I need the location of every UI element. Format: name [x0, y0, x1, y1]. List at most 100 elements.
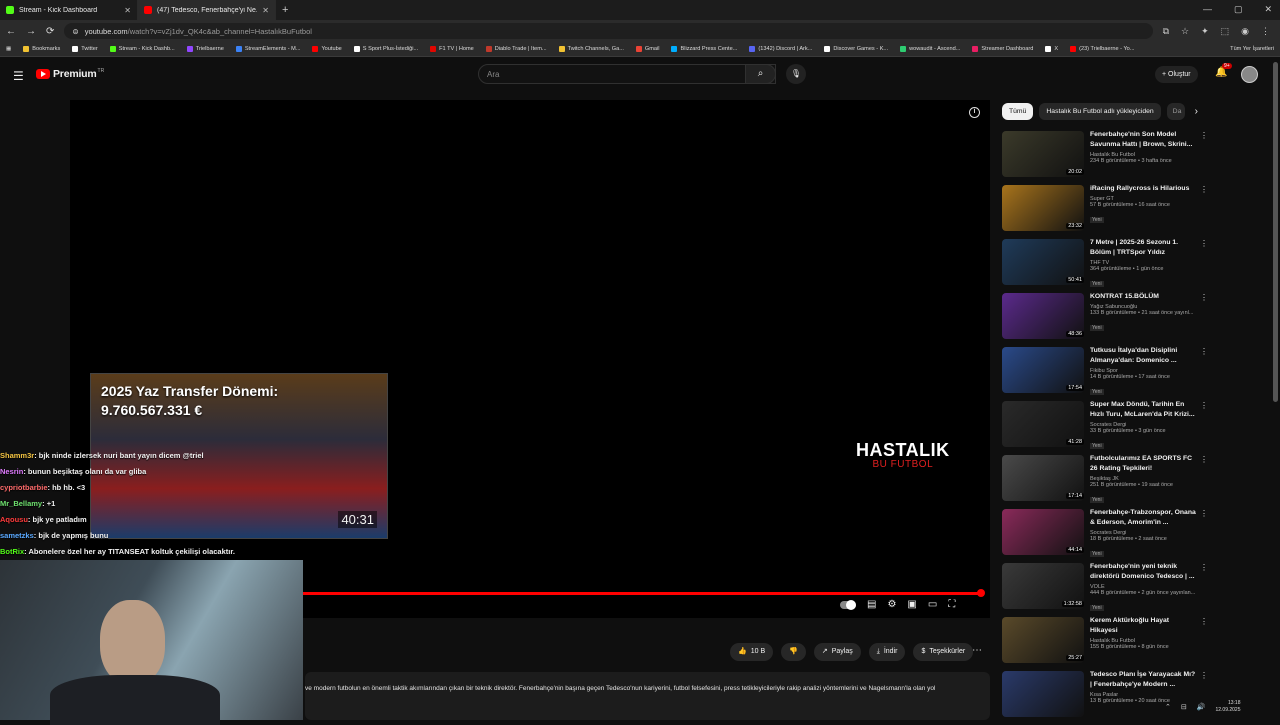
kebab-menu-icon[interactable]: ⋮ — [1200, 563, 1208, 572]
recommendation-item[interactable]: 25:27 Kerem Aktürkoğlu Hayat Hikayesi Hast… — [1002, 616, 1208, 670]
recommendation-title[interactable]: iRacing Rallycross is Hilarious — [1090, 184, 1198, 194]
kebab-menu-icon[interactable]: ⋮ — [1200, 239, 1208, 248]
profile-icon[interactable]: ◉ — [1241, 26, 1249, 37]
back-icon[interactable]: ← — [6, 26, 16, 37]
extensions-puzzle-icon[interactable]: ⬚ — [1221, 26, 1230, 37]
tab-youtube-video[interactable]: (47) Tedesco, Fenerbahçe'yi Ne... ✕ — [138, 0, 276, 20]
info-icon[interactable]: i — [969, 107, 980, 118]
autoplay-toggle[interactable] — [840, 600, 856, 610]
more-actions-icon[interactable]: ⋯ — [972, 645, 982, 656]
bookmark-item[interactable]: Discover Games - K... — [824, 46, 888, 52]
bookmark-item[interactable]: wowaudit - Ascend... — [900, 46, 960, 52]
bookmark-item[interactable]: Diablo Trade | Item... — [485, 46, 547, 52]
thanks-button[interactable]: $ Teşekkürler — [913, 643, 974, 661]
recommendation-title[interactable]: Kerem Aktürkoğlu Hayat Hikayesi — [1090, 616, 1198, 636]
volume-icon[interactable]: 🔊 — [1197, 703, 1206, 711]
kebab-menu-icon[interactable]: ⋮ — [1200, 347, 1208, 356]
site-info-icon[interactable]: ⊜ — [72, 27, 78, 36]
kebab-menu-icon[interactable]: ⋮ — [1200, 293, 1208, 302]
create-button[interactable]: + Oluştur — [1155, 66, 1198, 83]
kebab-menu-icon[interactable]: ⋮ — [1200, 617, 1208, 626]
bookmark-item[interactable]: Twitter — [72, 46, 98, 52]
kebab-menu-icon[interactable]: ⋮ — [1200, 131, 1208, 140]
apps-grid-icon[interactable]: ▦ — [6, 46, 11, 52]
cast-icon[interactable]: ⧉ — [1163, 26, 1169, 37]
video-description[interactable]: ve modern futbolun en önemli taktik akım… — [305, 672, 990, 720]
bookmark-item[interactable]: Trielbaerne — [186, 46, 224, 52]
video-thumbnail[interactable] — [1002, 671, 1084, 717]
recommendation-title[interactable]: Tutkusu İtalya'dan Disiplini Almanya'dan… — [1090, 346, 1198, 366]
close-tab-icon[interactable]: ✕ — [124, 6, 131, 15]
bookmark-item[interactable]: Bookmarks — [23, 46, 60, 52]
menu-dots-icon[interactable]: ⋮ — [1261, 26, 1270, 37]
bookmark-item[interactable]: Streamer Dashboard — [972, 46, 1033, 52]
dislike-button[interactable]: 👎 — [781, 643, 806, 661]
recommendation-title[interactable]: Fenerbahçe'nin Son Model Savunma Hattı |… — [1090, 130, 1198, 150]
recommendation-title[interactable]: Futbolcularımız EA SPORTS FC 26 Rating T… — [1090, 454, 1198, 474]
recommendation-item[interactable]: 41:28 Super Max Döndü, Tarihin En Hızlı T… — [1002, 400, 1208, 454]
notifications-bell-icon[interactable]: 🔔 9+ — [1215, 63, 1232, 78]
bookmark-item[interactable]: Youtube — [312, 46, 342, 52]
tab-kick-dashboard[interactable]: Stream - Kick Dashboard ✕ — [0, 0, 138, 20]
fullscreen-icon[interactable]: ⛶ — [948, 599, 955, 610]
network-icon[interactable]: ⊟ — [1181, 703, 1187, 711]
bookmark-item[interactable]: Blizzard Press Cente... — [671, 46, 737, 52]
video-progress-bar[interactable] — [303, 592, 981, 595]
bookmark-item[interactable]: (23) Trielbaerne - Yo... — [1070, 46, 1134, 52]
bookmark-item[interactable]: Gmail — [635, 46, 659, 52]
search-input[interactable]: Ara — [478, 64, 776, 84]
recommendation-title[interactable]: Super Max Döndü, Tarihin En Hızlı Turu, … — [1090, 400, 1198, 420]
forward-icon[interactable]: → — [26, 26, 36, 37]
chip-related[interactable]: Da — [1166, 103, 1185, 120]
bookmark-star-icon[interactable]: ☆ — [1181, 26, 1189, 37]
recommendation-item[interactable]: 20:02 Fenerbahçe'nin Son Model Savunma Ha… — [1002, 130, 1208, 184]
reload-icon[interactable]: ⟳ — [46, 26, 54, 37]
search-icon[interactable]: ⌕ — [745, 64, 776, 84]
kebab-menu-icon[interactable]: ⋮ — [1200, 185, 1208, 194]
microphone-icon[interactable]: 🎙 — [786, 64, 806, 84]
recommendation-item[interactable]: Tedesco Planı İşe Yarayacak Mı? | Fenerb… — [1002, 670, 1208, 724]
kebab-menu-icon[interactable]: ⋮ — [1200, 671, 1208, 680]
kebab-menu-icon[interactable]: ⋮ — [1200, 509, 1208, 518]
all-bookmarks-link[interactable]: Tüm Yer İşaretleri — [1230, 46, 1274, 52]
maximize-icon[interactable]: ▢ — [1234, 4, 1243, 15]
chip-all[interactable]: Tümü — [1002, 103, 1034, 120]
recommendation-title[interactable]: Fenerbahçe-Trabzonspor, Onana & Ederson,… — [1090, 508, 1198, 528]
recommendation-title[interactable]: Fenerbahçe'nin yeni teknik direktörü Dom… — [1090, 562, 1198, 582]
recommendation-title[interactable]: Tedesco Planı İşe Yarayacak Mı? | Fenerb… — [1090, 670, 1198, 690]
recommendation-item[interactable]: 48:36 KONTRAT 15.BÖLÜM Yağız Sabuncuoğlu 13… — [1002, 292, 1208, 346]
page-scrollbar[interactable] — [1273, 62, 1278, 402]
recommendation-item[interactable]: 23:32 iRacing Rallycross is Hilarious Supe… — [1002, 184, 1208, 238]
url-input[interactable]: ⊜ youtube.com/watch?v=vZj1dv_QK4c&ab_cha… — [64, 23, 1153, 39]
recommendation-item[interactable]: 1:32:58 Fenerbahçe'nin yeni teknik direkt… — [1002, 562, 1208, 616]
recommendation-title[interactable]: KONTRAT 15.BÖLÜM — [1090, 292, 1198, 302]
bookmark-item[interactable]: X — [1045, 46, 1058, 52]
like-button[interactable]: 👍 10 B — [730, 643, 774, 661]
close-window-icon[interactable]: ✕ — [1264, 4, 1272, 15]
bookmark-item[interactable]: (1342) Discord | Ark... — [749, 46, 812, 52]
menu-hamburger-icon[interactable]: ☰ — [13, 69, 24, 83]
progress-scrubber-handle[interactable] — [977, 589, 985, 597]
subtitles-icon[interactable]: ▤ — [867, 599, 876, 610]
bookmark-item[interactable]: F1 TV | Home — [430, 46, 474, 52]
theater-mode-icon[interactable]: ▭ — [928, 599, 937, 610]
recommendation-item[interactable]: 44:14 Fenerbahçe-Trabzonspor, Onana & Ede… — [1002, 508, 1208, 562]
recommendation-title[interactable]: 7 Metre | 2025-26 Sezonu 1. Bölüm | TRTS… — [1090, 238, 1198, 258]
youtube-logo[interactable]: Premium TR — [36, 68, 104, 80]
bookmark-item[interactable]: Stream - Kick Dashb... — [109, 46, 175, 52]
tray-chevron-icon[interactable]: ⌃ — [1165, 703, 1171, 711]
extension-icon[interactable]: ✦ — [1201, 26, 1209, 37]
miniplayer-icon[interactable]: ▣ — [907, 599, 916, 610]
recommendation-item[interactable]: 17:14 Futbolcularımız EA SPORTS FC 26 Rat… — [1002, 454, 1208, 508]
share-button[interactable]: ↗ Paylaş — [813, 643, 861, 661]
settings-gear-icon[interactable]: ⚙ — [887, 599, 896, 610]
bookmark-item[interactable]: Twitch Channels, Ga... — [558, 46, 624, 52]
new-tab-icon[interactable]: + — [282, 4, 288, 16]
close-tab-icon[interactable]: ✕ — [262, 6, 269, 15]
recommendation-item[interactable]: 17:54 Tutkusu İtalya'dan Disiplini Almany… — [1002, 346, 1208, 400]
kebab-menu-icon[interactable]: ⋮ — [1200, 455, 1208, 464]
bookmark-item[interactable]: S Sport Plus-İstediği... — [353, 46, 418, 52]
minimize-icon[interactable]: — — [1203, 4, 1212, 15]
system-clock[interactable]: 13:18 12.09.2025 — [1215, 700, 1240, 714]
recommendation-item[interactable]: 50:41 7 Metre | 2025-26 Sezonu 1. Bölüm |… — [1002, 238, 1208, 292]
